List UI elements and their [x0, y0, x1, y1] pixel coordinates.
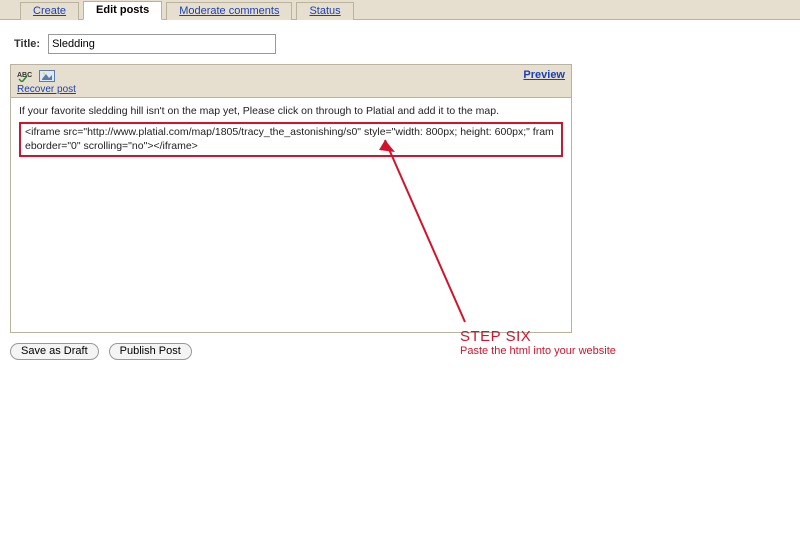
preview-link[interactable]: Preview [523, 69, 565, 81]
title-row: Title: [0, 20, 800, 60]
body-intro-text: If your favorite sledding hill isn't on … [19, 104, 563, 118]
tab-create[interactable]: Create [20, 2, 79, 20]
editor-body[interactable]: If your favorite sledding hill isn't on … [11, 98, 571, 332]
editor-card: ABC Recover post Preview [10, 64, 572, 333]
title-label: Title: [14, 38, 40, 50]
tab-edit-posts[interactable]: Edit posts [83, 1, 162, 20]
publish-post-button[interactable]: Publish Post [109, 343, 192, 360]
tab-status[interactable]: Status [296, 2, 353, 20]
action-buttons: Save as Draft Publish Post [10, 343, 800, 360]
tab-moderate-comments[interactable]: Moderate comments [166, 2, 292, 20]
insert-image-icon[interactable] [39, 69, 55, 83]
save-draft-button[interactable]: Save as Draft [10, 343, 99, 360]
title-input[interactable] [48, 34, 276, 54]
recover-post-link[interactable]: Recover post [17, 84, 76, 95]
tab-strip: Create Edit posts Moderate comments Stat… [0, 0, 800, 20]
spellcheck-icon[interactable]: ABC [17, 69, 33, 83]
pasted-html-code: <iframe src="http://www.platial.com/map/… [19, 122, 563, 157]
editor-toolbar: ABC Recover post Preview [11, 65, 571, 98]
